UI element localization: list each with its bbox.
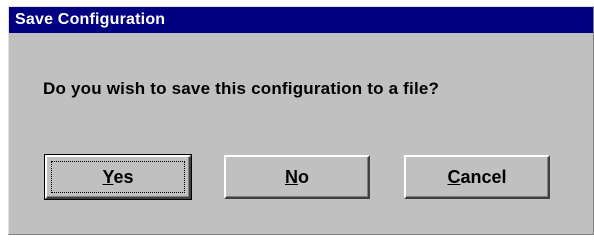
yes-mnemonic: Y xyxy=(102,166,114,187)
cancel-mnemonic: C xyxy=(447,166,461,187)
yes-label-rest: es xyxy=(113,166,134,187)
save-configuration-dialog: Save Configuration Do you wish to save t… xyxy=(8,6,594,235)
no-label-rest: o xyxy=(298,166,309,187)
cancel-button[interactable]: Cancel xyxy=(404,155,550,199)
cancel-button-label: Cancel xyxy=(447,167,506,188)
dialog-message: Do you wish to save this configuration t… xyxy=(43,79,440,98)
no-button[interactable]: No xyxy=(224,155,370,199)
no-button-label: No xyxy=(285,167,309,188)
cancel-label-rest: ancel xyxy=(460,166,507,187)
yes-button[interactable]: Yes xyxy=(44,154,192,200)
yes-button-label: Yes xyxy=(102,167,133,188)
no-mnemonic: N xyxy=(285,166,298,187)
window-title: Save Configuration xyxy=(9,7,593,33)
